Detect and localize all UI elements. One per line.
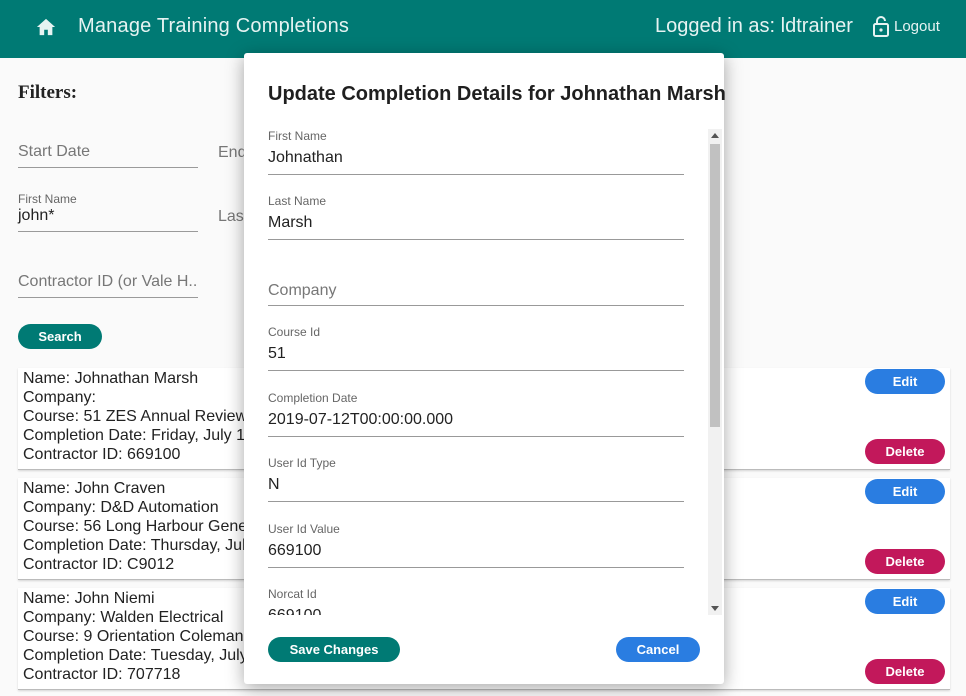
home-icon[interactable] bbox=[35, 17, 57, 37]
app-title: Manage Training Completions bbox=[78, 15, 350, 37]
unlock-icon bbox=[873, 16, 889, 37]
field-placeholder: Company bbox=[268, 282, 337, 299]
result-course: Course: 51 ZES Annual Review bbox=[23, 408, 248, 425]
end-date-input[interactable]: End bbox=[218, 134, 247, 168]
last-name-field[interactable]: Last Name Marsh bbox=[268, 194, 684, 240]
field-value: Marsh bbox=[268, 214, 313, 231]
first-name-filter-value: john* bbox=[18, 207, 55, 224]
result-contractor-id: Contractor ID: 707718 bbox=[23, 666, 181, 683]
last-name-filter-placeholder: Las bbox=[218, 208, 244, 225]
course-id-field[interactable]: Course Id 51 bbox=[268, 325, 684, 371]
result-course: Course: 56 Long Harbour Gener bbox=[23, 518, 253, 535]
field-label: User Id Value bbox=[268, 522, 340, 536]
result-company: Company: bbox=[23, 389, 96, 406]
result-completion-date: Completion Date: Tuesday, July bbox=[23, 647, 248, 664]
result-completion-date: Completion Date: Thursday, Jul bbox=[23, 537, 246, 554]
delete-button[interactable]: Delete bbox=[865, 439, 945, 464]
result-name: Name: Johnathan Marsh bbox=[23, 370, 199, 387]
edit-button[interactable]: Edit bbox=[865, 479, 945, 504]
field-value: 51 bbox=[268, 345, 286, 362]
field-label: Course Id bbox=[268, 325, 321, 339]
contractor-id-filter-input[interactable]: Contractor ID (or Vale H... bbox=[18, 264, 198, 298]
field-label: Completion Date bbox=[268, 391, 358, 405]
result-contractor-id: Contractor ID: C9012 bbox=[23, 556, 175, 573]
logged-in-user-label: Logged in as: ldtrainer bbox=[655, 15, 853, 37]
field-value: N bbox=[268, 476, 280, 493]
user-id-value-field[interactable]: User Id Value 669100 bbox=[268, 522, 684, 568]
result-course: Course: 9 Orientation Coleman bbox=[23, 628, 244, 645]
start-date-placeholder: Start Date bbox=[18, 143, 91, 160]
field-value: 2019-07-12T00:00:00.000 bbox=[268, 411, 454, 428]
company-field[interactable]: Company bbox=[268, 260, 684, 306]
edit-button[interactable]: Edit bbox=[865, 589, 945, 614]
save-changes-button[interactable]: Save Changes bbox=[268, 637, 400, 662]
field-value: 669100 bbox=[268, 607, 321, 615]
result-name: Name: John Niemi bbox=[23, 590, 155, 607]
start-date-input[interactable]: Start Date bbox=[18, 134, 198, 168]
first-name-filter-label: First Name bbox=[18, 192, 77, 206]
first-name-filter-input[interactable]: First Name john* bbox=[18, 192, 198, 232]
scroll-down-arrow-icon[interactable] bbox=[711, 606, 719, 611]
result-contractor-id: Contractor ID: 669100 bbox=[23, 446, 181, 463]
field-value: 669100 bbox=[268, 542, 322, 559]
scroll-up-arrow-icon[interactable] bbox=[711, 133, 719, 138]
user-id-type-field[interactable]: User Id Type N bbox=[268, 456, 684, 502]
search-button[interactable]: Search bbox=[18, 324, 102, 349]
result-company: Company: Walden Electrical bbox=[23, 609, 224, 626]
end-date-placeholder: End bbox=[218, 144, 247, 161]
delete-button[interactable]: Delete bbox=[865, 549, 945, 574]
norcat-id-field[interactable]: Norcat Id 669100 bbox=[268, 587, 684, 615]
dialog-form: First Name Johnathan Last Name Marsh Com… bbox=[268, 129, 724, 615]
result-completion-date: Completion Date: Friday, July 12 bbox=[23, 427, 254, 444]
field-label: User Id Type bbox=[268, 456, 336, 470]
last-name-filter-input[interactable]: Las bbox=[218, 198, 244, 232]
contractor-id-placeholder: Contractor ID (or Vale H... bbox=[18, 273, 198, 290]
field-label: Norcat Id bbox=[268, 587, 317, 601]
dialog-scrollbar[interactable] bbox=[708, 129, 722, 615]
edit-button[interactable]: Edit bbox=[865, 369, 945, 394]
first-name-field[interactable]: First Name Johnathan bbox=[268, 129, 684, 175]
app-header: Manage Training Completions Logged in as… bbox=[0, 0, 966, 58]
logout-button[interactable]: Logout bbox=[872, 15, 940, 37]
result-name: Name: John Craven bbox=[23, 480, 166, 497]
result-company: Company: D&D Automation bbox=[23, 499, 219, 516]
delete-button[interactable]: Delete bbox=[865, 659, 945, 684]
cancel-button[interactable]: Cancel bbox=[616, 637, 700, 662]
field-label: Last Name bbox=[268, 194, 327, 208]
dialog-title: Update Completion Details for Johnathan … bbox=[268, 83, 726, 105]
scrollbar-thumb[interactable] bbox=[710, 144, 720, 427]
filters-heading: Filters: bbox=[18, 82, 78, 103]
completion-date-field[interactable]: Completion Date 2019-07-12T00:00:00.000 bbox=[268, 391, 684, 437]
update-completion-dialog: Update Completion Details for Johnathan … bbox=[244, 53, 726, 684]
field-value: Johnathan bbox=[268, 149, 343, 166]
field-label: First Name bbox=[268, 129, 327, 143]
logout-label: Logout bbox=[894, 17, 940, 35]
